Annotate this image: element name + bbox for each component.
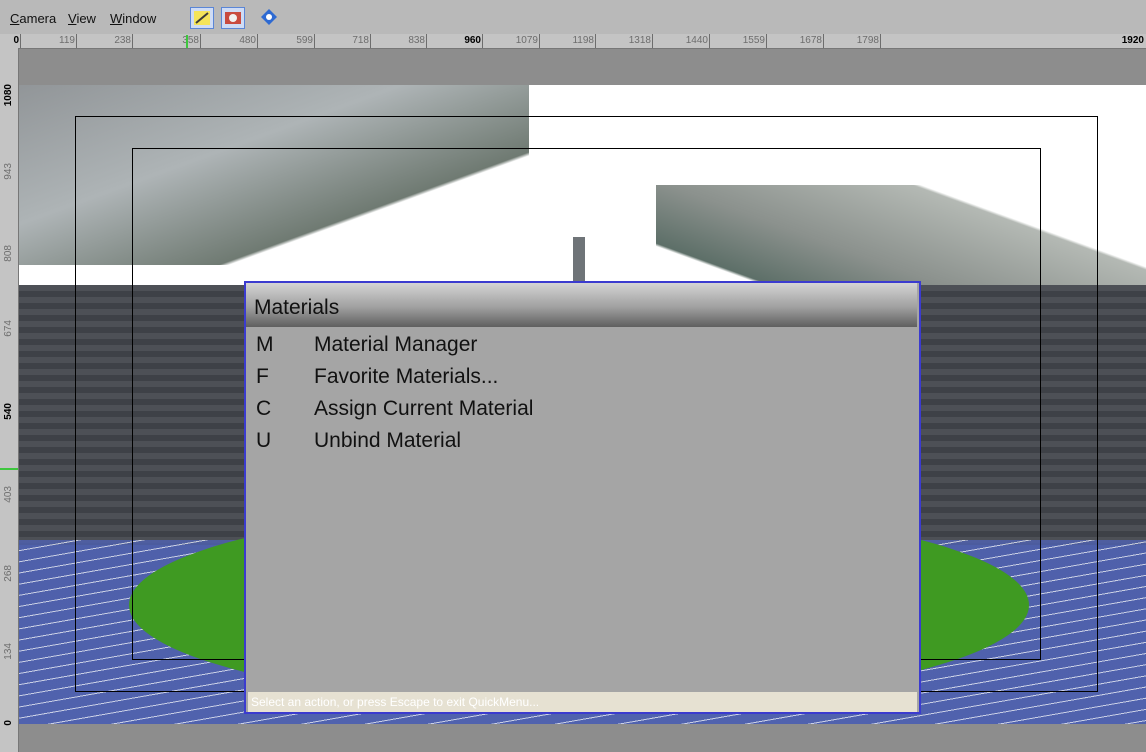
ruler-tick: 1798 [823, 34, 881, 48]
ruler-tick: 0 [3, 720, 14, 726]
ruler-tick: 403 [3, 486, 14, 503]
ruler-tick: 1318 [595, 34, 653, 48]
menu-camera[interactable]: Camera [10, 11, 56, 26]
diamond-snap-icon [261, 9, 277, 25]
ruler-marker [186, 35, 188, 48]
horizontal-ruler: 0 119 238 358 480 599 718 838 960 1079 1… [0, 34, 1146, 49]
ruler-tick: 808 [3, 245, 14, 262]
ruler-tick: 540 [3, 403, 14, 420]
ruler-tick: 674 [3, 320, 14, 337]
ruler-tick: 838 [370, 34, 427, 48]
ruler-tick: 943 [3, 163, 14, 180]
ruler-tick: 480 [200, 34, 258, 48]
shortcut-key: U [256, 429, 272, 452]
quickmenu-title: Materials [246, 283, 917, 327]
ruler-tick: 1920 [1121, 35, 1144, 46]
menu-item-label: Unbind Material [314, 429, 462, 452]
materials-quickmenu: Materials M Material Manager F Favorite … [244, 281, 921, 714]
ruler-tick: 238 [76, 34, 133, 48]
ruler-tick: 358 [132, 34, 201, 48]
ruler-tick: 134 [3, 643, 14, 660]
shortcut-key: F [256, 365, 269, 388]
quickmenu-status-bar: Select an action, or press Escape to exi… [248, 692, 917, 712]
ruler-tick: 1440 [652, 34, 710, 48]
diamond-snap-button[interactable] [258, 7, 282, 29]
ruler-tick: 599 [257, 34, 315, 48]
menu-item-label: Favorite Materials... [314, 365, 499, 388]
ruler-tick: 1559 [709, 34, 767, 48]
pen-tool-button[interactable] [190, 7, 214, 29]
ruler-tick: 119 [20, 34, 77, 48]
ruler-tick: 1678 [766, 34, 824, 48]
ruler-tick: 718 [314, 34, 371, 48]
ruler-tick: 1079 [482, 34, 540, 48]
menu-bar: Camera View Window [0, 0, 1146, 34]
ruler-tick: 1080 [3, 84, 14, 107]
menu-item-label: Material Manager [314, 333, 478, 356]
camera-view-icon [225, 12, 241, 24]
vertical-ruler: 1080 943 808 674 540 403 268 134 0 [0, 48, 19, 752]
menu-view[interactable]: View [68, 11, 96, 26]
ruler-tick: 960 [426, 34, 483, 48]
ruler-marker [0, 468, 18, 470]
menu-item-label: Assign Current Material [314, 397, 534, 420]
menu-window[interactable]: Window [110, 11, 156, 26]
camera-view-button[interactable] [221, 7, 245, 29]
ruler-tick: 268 [3, 565, 14, 582]
ruler-tick: 0 [0, 34, 21, 48]
shortcut-key: C [256, 397, 272, 420]
ruler-tick: 1198 [539, 34, 596, 48]
shortcut-key: M [256, 333, 274, 356]
pen-tool-icon [194, 11, 210, 25]
